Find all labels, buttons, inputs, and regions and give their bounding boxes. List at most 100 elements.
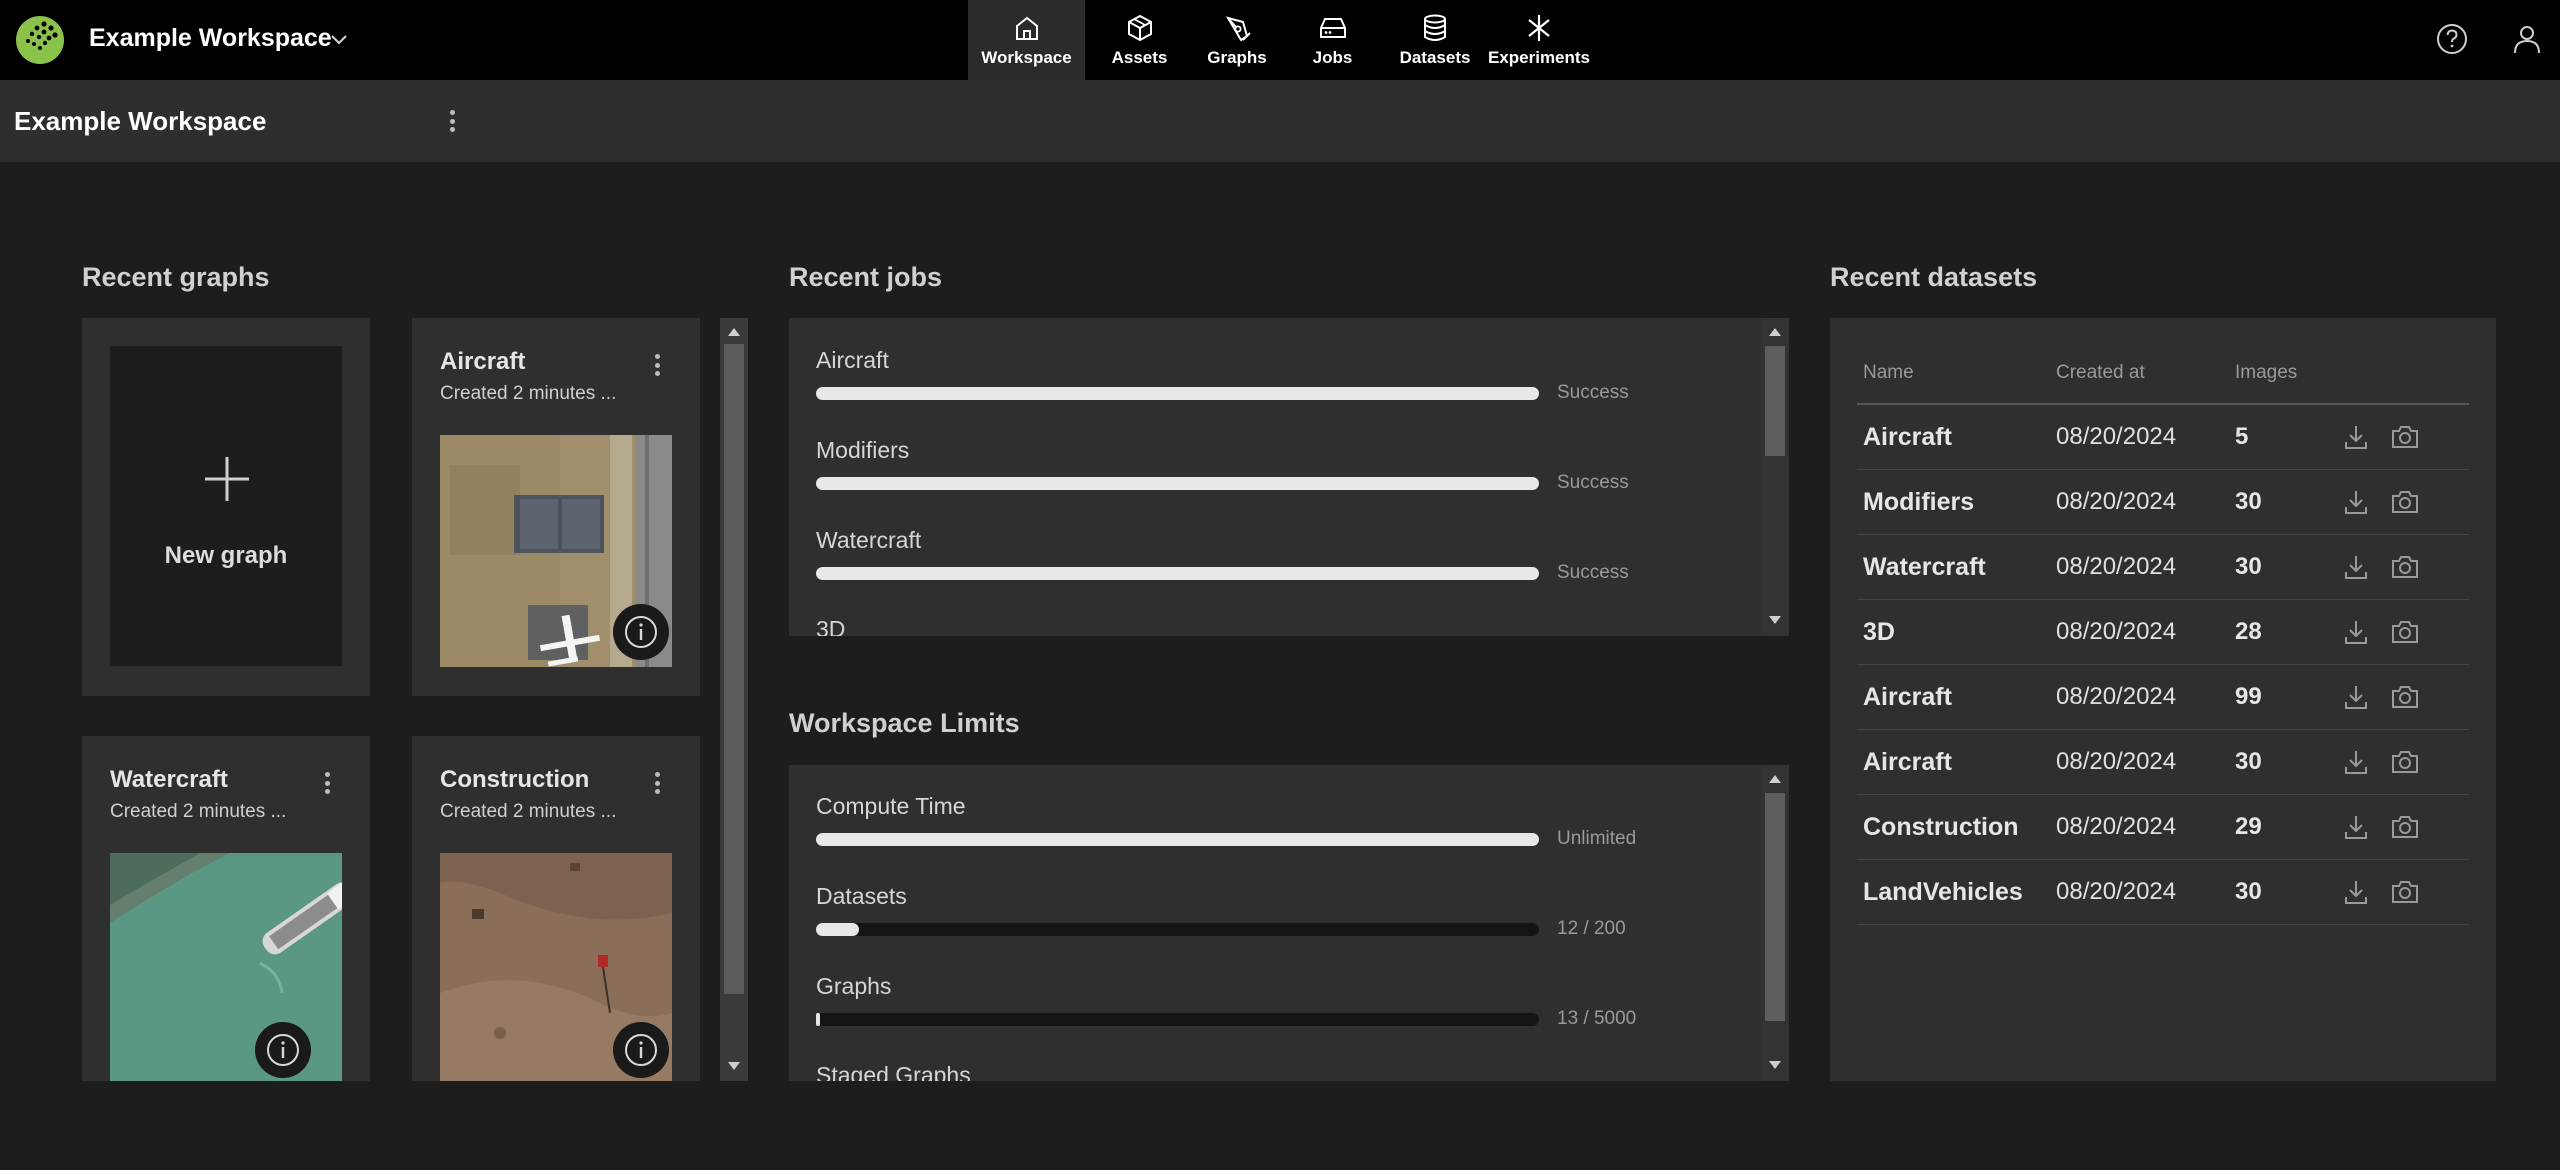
camera-icon[interactable]: [2389, 682, 2421, 712]
new-graph-button[interactable]: New graph: [110, 346, 342, 666]
scroll-down-icon[interactable]: [1769, 616, 1781, 624]
limit-name: Compute Time: [816, 793, 966, 819]
nav-label: Graphs: [1207, 48, 1267, 67]
download-icon[interactable]: [2341, 487, 2371, 517]
table-row[interactable]: LandVehicles 08/20/2024 30: [1857, 860, 2469, 925]
workspace-limits-panel: Compute Time Unlimited Datasets 12 / 200…: [789, 765, 1789, 1081]
job-name[interactable]: Modifiers: [816, 437, 909, 464]
job-name[interactable]: Watercraft: [816, 527, 921, 554]
scroll-up-icon[interactable]: [728, 328, 740, 336]
limit-name: Graphs: [816, 973, 892, 999]
graph-info-button[interactable]: [613, 604, 669, 660]
camera-icon[interactable]: [2389, 877, 2421, 907]
job-progress-fill: [816, 477, 1539, 490]
top-navigation-bar: Example Workspace Workspace Assets Graph…: [0, 0, 2560, 80]
table-row[interactable]: Aircraft 08/20/2024 30: [1857, 730, 2469, 795]
limits-scrollbar[interactable]: [1761, 765, 1789, 1081]
user-icon[interactable]: [2508, 20, 2546, 58]
table-row[interactable]: Modifiers 08/20/2024 30: [1857, 470, 2469, 535]
camera-icon[interactable]: [2389, 487, 2421, 517]
dataset-image-count: 30: [2235, 488, 2262, 515]
help-circle-icon[interactable]: [2433, 20, 2471, 58]
workspace-menu-icon[interactable]: [448, 110, 456, 132]
job-name[interactable]: 3D: [816, 616, 845, 636]
graph-card[interactable]: Watercraft Created 2 minutes ...: [82, 736, 370, 1081]
graph-card-subtitle: Created 2 minutes ...: [110, 801, 287, 822]
camera-icon[interactable]: [2389, 617, 2421, 647]
download-icon[interactable]: [2341, 682, 2371, 712]
camera-icon[interactable]: [2389, 812, 2421, 842]
column-header-images[interactable]: Images: [2235, 362, 2297, 384]
job-progress-bar: [816, 477, 1539, 490]
dataset-name[interactable]: Watercraft: [1863, 553, 1986, 582]
graph-card-name: Construction: [440, 766, 590, 793]
scroll-down-icon[interactable]: [1769, 1061, 1781, 1069]
chevron-down-icon[interactable]: [326, 26, 352, 52]
nav-datasets[interactable]: Datasets: [1385, 0, 1485, 80]
table-row[interactable]: 3D 08/20/2024 28: [1857, 600, 2469, 665]
graph-info-button[interactable]: [613, 1022, 669, 1078]
dataset-image-count: 30: [2235, 878, 2262, 905]
graph-card-name: Aircraft: [440, 348, 526, 375]
table-row[interactable]: Aircraft 08/20/2024 5: [1857, 405, 2469, 470]
database-icon: [1424, 14, 1446, 41]
scroll-up-icon[interactable]: [1769, 775, 1781, 783]
nav-jobs[interactable]: Jobs: [1280, 0, 1385, 80]
graphs-scrollbar[interactable]: [720, 318, 748, 1081]
scrollbar-thumb[interactable]: [1765, 793, 1785, 1021]
nav-assets[interactable]: Assets: [1085, 0, 1194, 80]
camera-icon[interactable]: [2389, 422, 2421, 452]
dataset-image-count: 28: [2235, 618, 2262, 645]
scrollbar-thumb[interactable]: [724, 344, 744, 994]
graph-card-menu-icon[interactable]: [323, 772, 331, 794]
download-icon[interactable]: [2341, 747, 2371, 777]
column-header-name[interactable]: Name: [1863, 362, 1914, 384]
dataset-name[interactable]: Construction: [1863, 813, 2019, 842]
graph-card[interactable]: Aircraft Created 2 minutes ...: [412, 318, 700, 696]
dataset-name[interactable]: Aircraft: [1863, 683, 1952, 712]
download-icon[interactable]: [2341, 877, 2371, 907]
download-icon[interactable]: [2341, 812, 2371, 842]
graph-card-menu-icon[interactable]: [653, 354, 661, 376]
table-row[interactable]: Aircraft 08/20/2024 99: [1857, 665, 2469, 730]
dataset-name[interactable]: Aircraft: [1863, 748, 1952, 777]
workspace-switcher-name[interactable]: Example Workspace: [89, 24, 332, 53]
table-row[interactable]: Watercraft 08/20/2024 30: [1857, 535, 2469, 600]
limit-value: Unlimited: [1557, 828, 1637, 849]
dataset-created-at: 08/20/2024: [2056, 878, 2177, 905]
scroll-up-icon[interactable]: [1769, 328, 1781, 336]
download-icon[interactable]: [2341, 552, 2371, 582]
graph-info-button[interactable]: [255, 1022, 311, 1078]
dataset-name[interactable]: LandVehicles: [1863, 878, 2023, 907]
nav-workspace[interactable]: Workspace: [968, 0, 1085, 80]
nav-experiments[interactable]: Experiments: [1485, 0, 1593, 80]
job-status: Success: [1557, 382, 1629, 403]
camera-icon[interactable]: [2389, 747, 2421, 777]
dataset-name[interactable]: Modifiers: [1863, 488, 1974, 517]
pen-tool-icon: [1225, 16, 1251, 42]
asterisk-icon: [1528, 15, 1550, 41]
jobs-scrollbar[interactable]: [1761, 318, 1789, 636]
dataset-image-count: 99: [2235, 683, 2262, 710]
scroll-down-icon[interactable]: [728, 1062, 740, 1070]
scrollbar-thumb[interactable]: [1765, 346, 1785, 456]
nav-label: Experiments: [1487, 48, 1591, 67]
nav-graphs[interactable]: Graphs: [1194, 0, 1280, 80]
dataset-name[interactable]: Aircraft: [1863, 423, 1952, 452]
dataset-created-at: 08/20/2024: [2056, 553, 2177, 580]
table-row[interactable]: Construction 08/20/2024 29: [1857, 795, 2469, 860]
download-icon[interactable]: [2341, 617, 2371, 647]
column-header-created[interactable]: Created at: [2056, 362, 2145, 384]
graph-card[interactable]: Construction Created 2 minutes ...: [412, 736, 700, 1081]
limit-value: 12 / 200: [1557, 918, 1626, 939]
dataset-name[interactable]: 3D: [1863, 618, 1895, 647]
dataset-created-at: 08/20/2024: [2056, 423, 2177, 450]
job-name[interactable]: Aircraft: [816, 347, 889, 374]
logo-icon[interactable]: [14, 14, 66, 66]
camera-icon[interactable]: [2389, 552, 2421, 582]
recent-jobs-panel: Aircraft Success Modifiers Success Water…: [789, 318, 1789, 636]
graph-card-menu-icon[interactable]: [653, 772, 661, 794]
info-icon: [625, 1034, 657, 1066]
nav-label: Datasets: [1399, 48, 1471, 67]
download-icon[interactable]: [2341, 422, 2371, 452]
